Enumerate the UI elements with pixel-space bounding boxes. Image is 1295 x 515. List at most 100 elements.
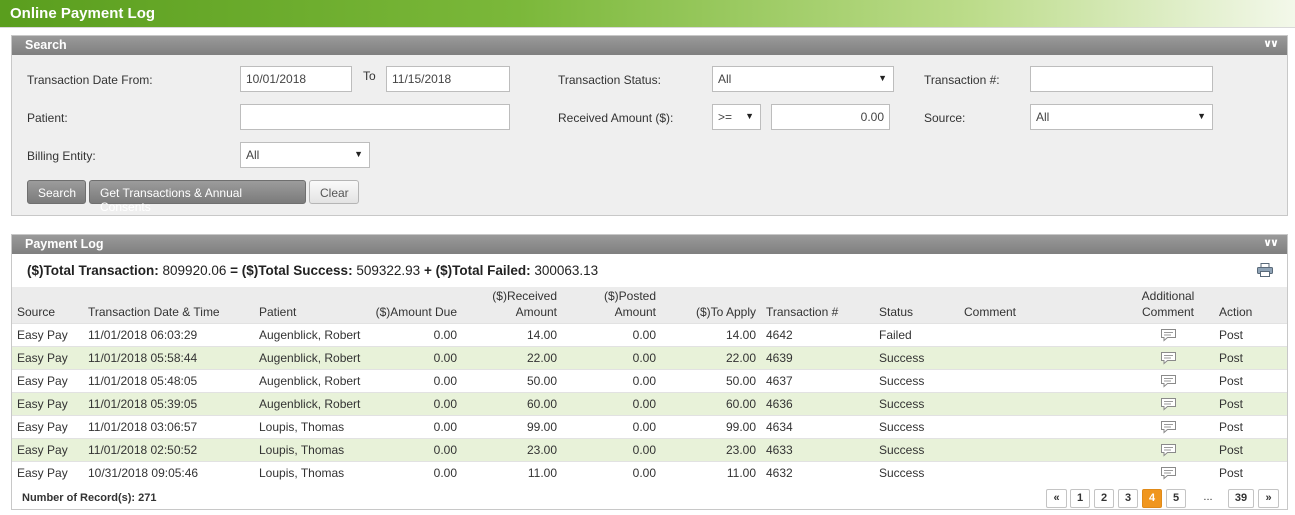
billing-entity-select[interactable]: All ▼ bbox=[240, 142, 370, 168]
speech-bubble-icon[interactable] bbox=[1160, 373, 1177, 388]
page-5-button[interactable]: 5 bbox=[1166, 489, 1186, 508]
total-failed-value: 300063.13 bbox=[534, 263, 599, 278]
cell-action-post-link[interactable]: Post bbox=[1214, 391, 1287, 415]
cell-posted-amount: 0.00 bbox=[562, 437, 661, 461]
cell-additional-comment[interactable] bbox=[1122, 391, 1214, 415]
amount-input[interactable]: 0.00 bbox=[771, 104, 890, 130]
speech-bubble-icon[interactable] bbox=[1160, 327, 1177, 342]
table-row[interactable]: Easy Pay 11/01/2018 05:58:44 Augenblick, R… bbox=[12, 345, 1287, 369]
payment-log-title: Payment Log bbox=[25, 237, 104, 251]
col-action[interactable]: Action bbox=[1214, 287, 1287, 323]
table-row[interactable]: Easy Pay 11/01/2018 02:50:52 Loupis, Thoma… bbox=[12, 437, 1287, 461]
date-from-input[interactable]: 10/01/2018 bbox=[240, 66, 352, 92]
cell-comment bbox=[959, 437, 1122, 461]
cell-received-amount: 99.00 bbox=[462, 414, 562, 438]
speech-bubble-icon[interactable] bbox=[1160, 396, 1177, 411]
table-row[interactable]: Easy Pay 10/31/2018 09:05:46 Loupis, Thoma… bbox=[12, 460, 1287, 484]
col-comment[interactable]: Comment bbox=[959, 287, 1122, 323]
total-failed-label: ($)Total Failed: bbox=[435, 263, 531, 278]
col-received-amount[interactable]: ($)Received Amount bbox=[462, 287, 562, 323]
page-3-button[interactable]: 3 bbox=[1118, 489, 1138, 508]
cell-additional-comment[interactable] bbox=[1122, 368, 1214, 392]
table-row[interactable]: Easy Pay 11/01/2018 05:39:05 Augenblick, R… bbox=[12, 391, 1287, 415]
col-amount-due[interactable]: ($)Amount Due bbox=[369, 287, 462, 323]
cell-patient: Augenblick, Robert bbox=[254, 368, 369, 392]
chevrons-down-icon[interactable]: ∨∨ bbox=[1263, 37, 1279, 50]
page-4-button-current[interactable]: 4 bbox=[1142, 489, 1162, 508]
cell-to-apply: 99.00 bbox=[661, 414, 761, 438]
cell-amount-due: 0.00 bbox=[369, 391, 462, 415]
col-posted-amount[interactable]: ($)Posted Amount bbox=[562, 287, 661, 323]
table-row[interactable]: Easy Pay 11/01/2018 03:06:57 Loupis, Thoma… bbox=[12, 414, 1287, 438]
cell-comment bbox=[959, 391, 1122, 415]
total-success-label: ($)Total Success: bbox=[241, 263, 353, 278]
page-2-button[interactable]: 2 bbox=[1094, 489, 1114, 508]
cell-source: Easy Pay bbox=[12, 368, 83, 392]
cell-transaction-number: 4636 bbox=[761, 391, 874, 415]
cell-patient: Loupis, Thomas bbox=[254, 460, 369, 484]
cell-to-apply: 23.00 bbox=[661, 437, 761, 461]
cell-action-post-link[interactable]: Post bbox=[1214, 460, 1287, 484]
cell-action-post-link[interactable]: Post bbox=[1214, 368, 1287, 392]
search-panel: Search ∨∨ Transaction Date From: 10/01/2… bbox=[11, 35, 1288, 216]
payment-log-table: Source Transaction Date & Time Patient (… bbox=[12, 287, 1287, 484]
page-39-button[interactable]: 39 bbox=[1228, 489, 1254, 508]
cell-action-post-link[interactable]: Post bbox=[1214, 345, 1287, 369]
table-row[interactable]: Easy Pay 11/01/2018 05:48:05 Augenblick, R… bbox=[12, 368, 1287, 392]
speech-bubble-icon[interactable] bbox=[1160, 465, 1177, 480]
cell-additional-comment[interactable] bbox=[1122, 414, 1214, 438]
chevrons-down-icon[interactable]: ∨∨ bbox=[1263, 236, 1279, 249]
txn-label: Transaction #: bbox=[924, 73, 1000, 87]
payment-log-header[interactable]: Payment Log ∨∨ bbox=[12, 235, 1287, 254]
status-select[interactable]: All ▼ bbox=[712, 66, 894, 92]
clear-button[interactable]: Clear bbox=[309, 180, 359, 204]
cell-transaction-number: 4642 bbox=[761, 322, 874, 346]
col-addl-line1: Additional bbox=[1141, 288, 1195, 303]
col-transaction-number[interactable]: Transaction # bbox=[761, 287, 874, 323]
txn-input[interactable] bbox=[1030, 66, 1213, 92]
search-panel-header[interactable]: Search ∨∨ bbox=[12, 36, 1287, 55]
col-patient[interactable]: Patient bbox=[254, 287, 369, 323]
status-select-value: All bbox=[718, 72, 732, 86]
col-source[interactable]: Source bbox=[12, 287, 83, 323]
cell-source: Easy Pay bbox=[12, 414, 83, 438]
col-datetime[interactable]: Transaction Date & Time bbox=[83, 287, 254, 323]
page-first-button[interactable]: « bbox=[1046, 489, 1067, 508]
cell-additional-comment[interactable] bbox=[1122, 437, 1214, 461]
cell-patient: Augenblick, Robert bbox=[254, 391, 369, 415]
patient-input[interactable] bbox=[240, 104, 510, 130]
source-select[interactable]: All ▼ bbox=[1030, 104, 1213, 130]
col-status[interactable]: Status bbox=[874, 287, 959, 323]
amount-operator-select[interactable]: >= ▼ bbox=[712, 104, 761, 130]
cell-posted-amount: 0.00 bbox=[562, 345, 661, 369]
speech-bubble-icon[interactable] bbox=[1160, 419, 1177, 434]
cell-additional-comment[interactable] bbox=[1122, 322, 1214, 346]
printer-icon[interactable] bbox=[1257, 263, 1273, 277]
page-next-button[interactable]: » bbox=[1258, 489, 1279, 508]
cell-received-amount: 23.00 bbox=[462, 437, 562, 461]
speech-bubble-icon[interactable] bbox=[1160, 350, 1177, 365]
date-to-input[interactable]: 11/15/2018 bbox=[386, 66, 510, 92]
cell-amount-due: 0.00 bbox=[369, 414, 462, 438]
col-received-line2: Amount bbox=[515, 304, 557, 319]
cell-comment bbox=[959, 345, 1122, 369]
cell-received-amount: 14.00 bbox=[462, 322, 562, 346]
cell-action-post-link[interactable]: Post bbox=[1214, 414, 1287, 438]
cell-status: Success bbox=[874, 437, 959, 461]
cell-additional-comment[interactable] bbox=[1122, 460, 1214, 484]
search-button[interactable]: Search bbox=[27, 180, 86, 204]
col-received-line1: ($)Received bbox=[492, 288, 557, 303]
speech-bubble-icon[interactable] bbox=[1160, 442, 1177, 457]
col-addl-line2: Comment bbox=[1141, 304, 1194, 319]
cell-posted-amount: 0.00 bbox=[562, 414, 661, 438]
col-to-apply[interactable]: ($)To Apply bbox=[661, 287, 761, 323]
cell-action-post-link[interactable]: Post bbox=[1214, 437, 1287, 461]
cell-posted-amount: 0.00 bbox=[562, 460, 661, 484]
cell-additional-comment[interactable] bbox=[1122, 345, 1214, 369]
get-transactions-button[interactable]: Get Transactions & Annual Consents bbox=[89, 180, 306, 214]
total-transaction-label: ($)Total Transaction: bbox=[27, 263, 159, 278]
cell-action-post-link[interactable]: Post bbox=[1214, 322, 1287, 346]
table-row[interactable]: Easy Pay 11/01/2018 06:03:29 Augenblick, R… bbox=[12, 322, 1287, 346]
col-additional-comment[interactable]: Additional Comment bbox=[1122, 287, 1214, 323]
page-1-button[interactable]: 1 bbox=[1070, 489, 1090, 508]
